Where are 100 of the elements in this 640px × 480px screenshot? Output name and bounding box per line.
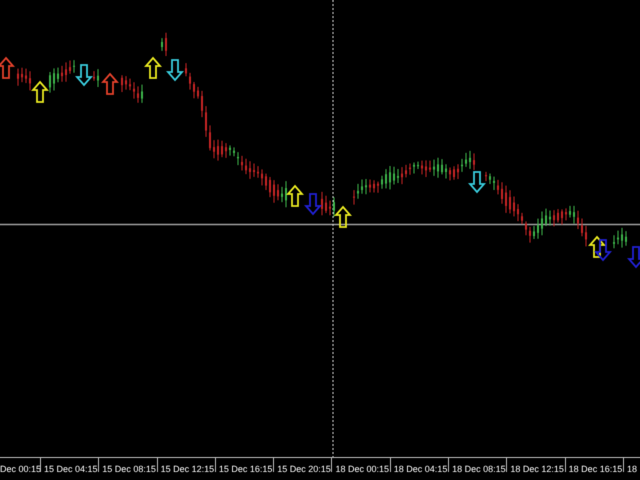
candlestick: [437, 157, 439, 178]
time-label: 15 Dec 12:15: [156, 458, 215, 472]
candlestick: [121, 74, 123, 92]
candlestick: [65, 62, 67, 82]
time-label: 18 Dec 00:15: [331, 458, 390, 472]
candlestick: [617, 230, 619, 245]
candlestick: [469, 150, 471, 170]
candlestick: [525, 220, 527, 236]
candlestick: [521, 212, 523, 225]
candlestick: [385, 168, 387, 189]
candlestick: [25, 68, 27, 84]
candlestick: [205, 106, 207, 138]
candlestick: [261, 168, 263, 186]
candlestick: [493, 176, 495, 190]
candlestick: [501, 182, 503, 204]
candlestick: [217, 139, 219, 162]
candlestick: [529, 226, 531, 244]
time-label: 18 Dec 12:15: [506, 458, 565, 472]
candlestick: [613, 234, 615, 249]
candlestick: [577, 210, 579, 230]
candlestick: [277, 184, 279, 201]
candlestick: [165, 32, 167, 56]
candlestick: [49, 71, 51, 94]
candlestick: [489, 173, 491, 185]
candlestick: [557, 208, 559, 224]
candlestick: [373, 180, 375, 194]
candlestick: [565, 208, 567, 221]
candlestick: [125, 76, 127, 90]
candlestick: [229, 144, 231, 156]
candlestick: [509, 190, 511, 214]
candlestick: [285, 180, 287, 208]
candlestick: [417, 161, 419, 170]
candlestick: [457, 164, 459, 180]
candlestick: [329, 200, 331, 216]
candlestick: [213, 140, 215, 159]
candlestick: [225, 142, 227, 158]
candlestick: [21, 67, 23, 83]
candlestick: [321, 191, 323, 216]
candlestick: [97, 68, 99, 88]
candlestick: [429, 160, 431, 173]
candlestick: [161, 38, 163, 52]
time-label: 15 Dec 08:15: [98, 458, 157, 472]
time-label: Dec 00:15: [0, 463, 40, 472]
candlestick: [497, 179, 499, 195]
candlestick: [425, 160, 427, 178]
candlestick: [237, 152, 239, 166]
candlestick: [441, 158, 443, 175]
candlestick: [513, 196, 515, 217]
candlestick: [409, 163, 411, 176]
candlestick: [533, 226, 535, 240]
candlestick: [473, 152, 475, 170]
candlestick: [93, 70, 95, 82]
candlestick: [357, 183, 359, 200]
candlestick: [265, 173, 267, 191]
candlestick: [553, 210, 555, 227]
candlestick: [621, 227, 623, 248]
candlestick: [537, 218, 539, 240]
candlestick: [17, 68, 19, 86]
candlestick: [545, 208, 547, 227]
candlestick: [141, 84, 143, 104]
candlestick: [249, 160, 251, 180]
candlestick: [333, 196, 335, 218]
candlestick: [193, 82, 195, 99]
candlestick: [61, 65, 63, 82]
candlestick: [397, 168, 399, 184]
candlestick: [69, 60, 71, 74]
candlestick: [269, 176, 271, 198]
candlestick: [461, 158, 463, 172]
candlestick: [221, 140, 223, 158]
candlestick: [465, 152, 467, 168]
candlestick: [561, 208, 563, 226]
time-label: 18 Dec 08:15: [448, 458, 506, 472]
candlestick: [401, 166, 403, 185]
candlestick: [393, 166, 395, 185]
candlestick: [377, 181, 379, 194]
candlestick: [273, 180, 275, 204]
candlestick: [353, 190, 355, 206]
candlestick: [29, 70, 31, 91]
candlestick: [189, 72, 191, 90]
candlestick: [413, 162, 415, 174]
candlestick: [505, 185, 507, 214]
candlestick: [129, 78, 131, 91]
candlestick: [445, 164, 447, 179]
candlestick: [485, 171, 487, 182]
candlestick: [361, 178, 363, 194]
time-label: 18 Dec 04:15: [390, 458, 448, 472]
candlestick: [241, 155, 243, 171]
candlestick: [257, 166, 259, 178]
candlestick: [57, 67, 59, 83]
candlestick: [369, 179, 371, 193]
candlestick: [433, 159, 435, 176]
candlestick: [197, 86, 199, 100]
candlestick: [449, 166, 451, 181]
candlestick: [405, 164, 407, 178]
candlestick: [389, 166, 391, 190]
candlestick: [133, 82, 135, 100]
candlestick: [245, 158, 247, 175]
candlestick: [73, 60, 75, 74]
candlestick: [581, 218, 583, 237]
candlestick: [517, 204, 519, 222]
